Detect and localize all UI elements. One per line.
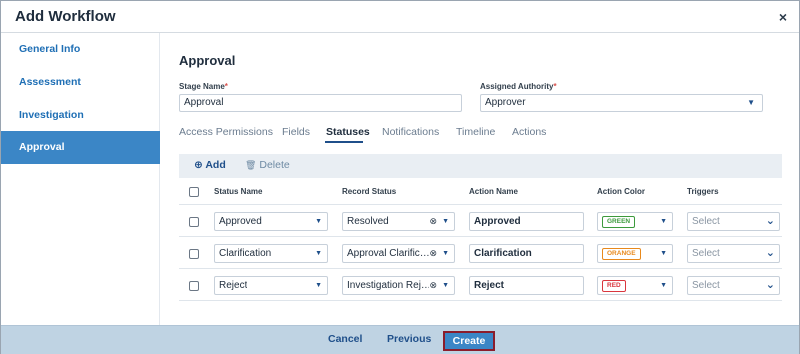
sidebar: General Info Assessment Investigation Ap… <box>1 33 160 325</box>
action-name-input[interactable]: Clarification <box>469 244 584 263</box>
add-icon: ⊕ <box>194 159 203 171</box>
required-mark: * <box>553 82 557 91</box>
status-name-select[interactable]: Approved ▼ <box>214 212 328 231</box>
modal-title: Add Workflow <box>15 8 116 25</box>
record-status-select[interactable]: Investigation Rej… ⊗ ▼ <box>342 276 455 295</box>
status-name-select[interactable]: Clarification ▼ <box>214 244 328 263</box>
chevron-down-icon: ▼ <box>442 250 449 257</box>
assigned-authority-value: Approver <box>485 97 526 108</box>
chevron-down-icon: ⌄ <box>765 247 775 259</box>
sidebar-item-investigation[interactable]: Investigation <box>1 99 160 132</box>
assigned-authority-label-text: Assigned Authority <box>480 82 554 91</box>
record-status-value: Approval Clarific… <box>347 248 429 259</box>
triggers-placeholder: Select <box>692 280 720 291</box>
modal-footer: Cancel Previous Create <box>1 325 799 354</box>
modal-header: Add Workflow × <box>1 1 799 33</box>
chevron-down-icon: ⌄ <box>765 279 775 291</box>
action-color-badge: GREEN <box>602 216 636 228</box>
triggers-select[interactable]: Select ⌄ <box>687 276 780 295</box>
chevron-down-icon: ▼ <box>660 250 667 257</box>
col-triggers: Triggers <box>687 187 719 196</box>
record-status-value: Resolved <box>347 216 389 227</box>
col-status-name: Status Name <box>214 187 263 196</box>
tab-notifications[interactable]: Notifications <box>382 126 439 138</box>
chevron-down-icon: ▼ <box>315 218 322 225</box>
select-all-checkbox[interactable] <box>189 187 199 197</box>
tab-actions[interactable]: Actions <box>512 126 546 138</box>
tab-fields[interactable]: Fields <box>282 126 310 138</box>
close-icon[interactable]: × <box>779 9 787 25</box>
chevron-down-icon: ▼ <box>442 218 449 225</box>
record-status-select[interactable]: Approval Clarific… ⊗ ▼ <box>342 244 455 263</box>
active-tab-indicator <box>325 141 363 143</box>
add-workflow-modal: Add Workflow × General Info Assessment I… <box>0 0 800 354</box>
statuses-toolbar: ⊕ Add 🗑 Delete <box>179 154 782 178</box>
chevron-down-icon: ▼ <box>660 218 667 225</box>
assigned-authority-select[interactable]: Approver ▼ <box>480 94 763 112</box>
table-row: Approved ▼ Resolved ⊗ ▼ Approved GREEN ▼… <box>179 205 782 237</box>
trash-icon: 🗑 <box>245 160 257 170</box>
clear-icon[interactable]: ⊗ <box>429 277 437 294</box>
row-checkbox[interactable] <box>189 217 199 227</box>
cancel-button[interactable]: Cancel <box>328 333 362 345</box>
chevron-down-icon: ▼ <box>315 250 322 257</box>
col-record-status: Record Status <box>342 187 397 196</box>
triggers-select[interactable]: Select ⌄ <box>687 212 780 231</box>
triggers-placeholder: Select <box>692 216 720 227</box>
sidebar-item-assessment[interactable]: Assessment <box>1 66 160 99</box>
status-name-select[interactable]: Reject ▼ <box>214 276 328 295</box>
tab-statuses[interactable]: Statuses <box>326 126 370 138</box>
action-name-input[interactable]: Approved <box>469 212 584 231</box>
sidebar-item-general-info[interactable]: General Info <box>1 33 160 66</box>
action-color-select[interactable]: GREEN ▼ <box>597 212 673 231</box>
sidebar-item-approval[interactable]: Approval <box>1 131 160 164</box>
chevron-down-icon: ▼ <box>747 98 755 107</box>
col-action-color: Action Color <box>597 187 645 196</box>
main-panel: Approval Stage Name* Approval Assigned A… <box>161 33 799 325</box>
record-status-select[interactable]: Resolved ⊗ ▼ <box>342 212 455 231</box>
tab-timeline[interactable]: Timeline <box>456 126 495 138</box>
record-status-value: Investigation Rej… <box>347 280 429 291</box>
tab-access-permissions[interactable]: Access Permissions <box>179 126 273 138</box>
add-button[interactable]: ⊕ Add <box>194 159 226 171</box>
assigned-authority-label: Assigned Authority* <box>480 82 557 91</box>
delete-label: Delete <box>259 159 290 171</box>
section-title: Approval <box>179 53 236 68</box>
stage-name-label-text: Stage Name <box>179 82 225 91</box>
row-checkbox[interactable] <box>189 281 199 291</box>
clear-icon[interactable]: ⊗ <box>429 213 437 230</box>
triggers-select[interactable]: Select ⌄ <box>687 244 780 263</box>
status-name-value: Approved <box>219 216 262 227</box>
status-name-value: Reject <box>219 280 248 291</box>
chevron-down-icon: ▼ <box>442 282 449 289</box>
table-header: Status Name Record Status Action Name Ac… <box>179 178 782 205</box>
chevron-down-icon: ⌄ <box>765 215 775 227</box>
stage-name-label: Stage Name* <box>179 82 228 91</box>
clear-icon[interactable]: ⊗ <box>429 245 437 262</box>
previous-button[interactable]: Previous <box>387 333 431 345</box>
action-color-select[interactable]: RED ▼ <box>597 276 673 295</box>
table-row: Reject ▼ Investigation Rej… ⊗ ▼ Reject R… <box>179 269 782 301</box>
delete-button[interactable]: 🗑 Delete <box>245 159 290 171</box>
required-mark: * <box>224 82 228 91</box>
add-label: Add <box>205 159 226 171</box>
action-color-select[interactable]: ORANGE ▼ <box>597 244 673 263</box>
col-action-name: Action Name <box>469 187 518 196</box>
table-row: Clarification ▼ Approval Clarific… ⊗ ▼ C… <box>179 237 782 269</box>
status-name-value: Clarification <box>219 248 272 259</box>
chevron-down-icon: ▼ <box>315 282 322 289</box>
triggers-placeholder: Select <box>692 248 720 259</box>
action-name-input[interactable]: Reject <box>469 276 584 295</box>
row-checkbox[interactable] <box>189 249 199 259</box>
chevron-down-icon: ▼ <box>660 282 667 289</box>
action-color-badge: RED <box>602 280 626 292</box>
stage-name-input[interactable]: Approval <box>179 94 462 112</box>
action-color-badge: ORANGE <box>602 248 641 260</box>
create-button[interactable]: Create <box>443 331 495 351</box>
